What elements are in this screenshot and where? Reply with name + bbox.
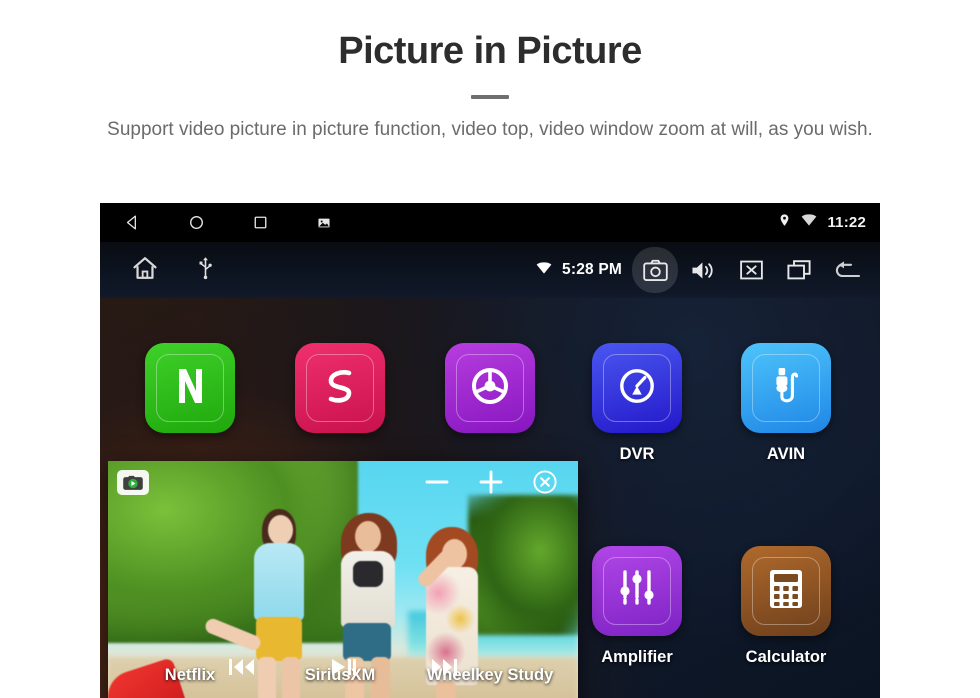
app-label-avin: AVIN <box>766 445 806 463</box>
toolbar-right-group: 5:28 PM <box>535 242 870 298</box>
wheelkey-icon <box>445 343 535 433</box>
toolbar-left-group <box>100 254 213 287</box>
page-title: Picture in Picture <box>338 30 642 72</box>
status-bar-clock: 11:22 <box>827 214 866 231</box>
next-track-button[interactable] <box>429 656 459 678</box>
app-netflix[interactable] <box>125 343 255 433</box>
location-pin-icon <box>778 212 791 233</box>
pip-close-button[interactable] <box>526 463 564 501</box>
dvr-speedometer-icon <box>592 343 682 433</box>
equalizer-sliders-icon <box>592 546 682 636</box>
siriusxm-icon <box>295 343 385 433</box>
app-calculator[interactable]: Calculator <box>721 546 851 667</box>
video-camera-badge-icon <box>117 470 149 495</box>
usb-icon[interactable] <box>198 256 213 285</box>
title-divider <box>471 94 509 99</box>
multi-window-button[interactable] <box>776 247 822 293</box>
toolbar-clock: 5:28 PM <box>562 261 622 278</box>
play-pause-button[interactable] <box>329 656 357 678</box>
status-back-icon[interactable] <box>100 203 164 242</box>
page-subtitle: Support video picture in picture functio… <box>107 118 873 140</box>
app-avin[interactable]: AVIN <box>721 343 851 464</box>
app-siriusxm[interactable] <box>275 343 405 433</box>
wifi-icon <box>800 213 818 232</box>
status-bar-nav-group <box>100 203 356 242</box>
app-amplifier[interactable]: Amplifier <box>572 546 702 667</box>
app-toolbar: 5:28 PM <box>100 242 880 298</box>
pip-video-window[interactable]: seicane <box>108 461 578 698</box>
previous-track-button[interactable] <box>227 656 257 678</box>
camera-button[interactable] <box>632 247 678 293</box>
device-screen: 11:22 5:28 PM DVR AVIN Amplifier Calcula… <box>100 203 880 698</box>
home-outline-icon[interactable] <box>130 254 160 287</box>
status-bar-right: 11:22 <box>778 203 866 242</box>
app-label-dvr: DVR <box>619 445 655 463</box>
pip-controls <box>418 463 564 501</box>
promo-header: Picture in Picture Support video picture… <box>0 0 980 144</box>
pip-transport-controls <box>108 656 578 678</box>
app-dvr[interactable]: DVR <box>572 343 702 464</box>
app-wheelkey-study[interactable] <box>425 343 555 433</box>
toolbar-wifi-icon <box>535 261 553 280</box>
pip-enlarge-button[interactable] <box>472 463 510 501</box>
launcher-home-screen: DVR AVIN Amplifier Calculator Netflix Si… <box>100 298 880 698</box>
status-screenshot-icon[interactable] <box>292 203 356 242</box>
close-app-button[interactable] <box>728 247 774 293</box>
android-status-bar: 11:22 <box>100 203 880 242</box>
volume-button[interactable] <box>680 247 726 293</box>
back-button[interactable] <box>824 247 870 293</box>
avin-plug-icon <box>741 343 831 433</box>
status-home-icon[interactable] <box>164 203 228 242</box>
status-recents-icon[interactable] <box>228 203 292 242</box>
pip-shrink-button[interactable] <box>418 463 456 501</box>
netflix-icon <box>145 343 235 433</box>
app-label-calculator: Calculator <box>745 648 827 666</box>
calculator-icon <box>741 546 831 636</box>
